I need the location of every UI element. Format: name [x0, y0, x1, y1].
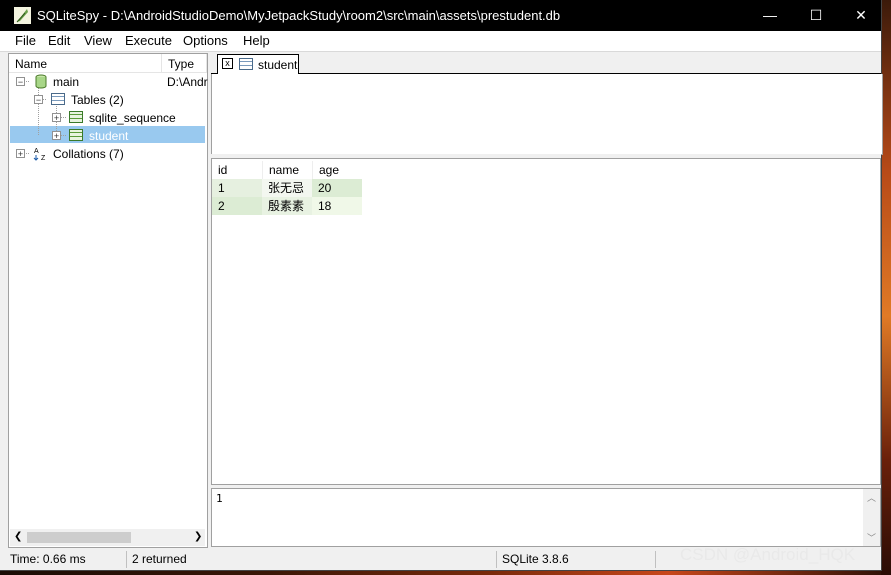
tree-item-sqlite-sequence[interactable]: + sqlite_sequence	[9, 109, 205, 126]
menu-execute[interactable]: Execute	[125, 33, 172, 48]
tree-item-label: main	[53, 75, 80, 89]
maximize-button[interactable]: ☐	[793, 0, 839, 31]
tree-item-tables[interactable]: − Tables (2)	[9, 91, 205, 108]
table-icon	[69, 111, 83, 123]
expand-toggle[interactable]: +	[16, 149, 25, 159]
tree-item-main[interactable]: − main D:\Andr	[9, 73, 208, 90]
scroll-up-arrow-icon[interactable]: ︿	[867, 491, 876, 504]
minimize-button[interactable]: —	[747, 0, 793, 31]
status-time: Time: 0.66 ms	[10, 552, 86, 566]
menu-edit[interactable]: Edit	[48, 33, 70, 48]
title-bar[interactable]: SQLiteSpy - D:\AndroidStudioDemo\MyJetpa…	[0, 0, 881, 31]
close-tab-icon[interactable]: x	[222, 58, 233, 69]
database-icon	[35, 74, 47, 89]
grid-cell[interactable]: 张无忌	[262, 179, 312, 197]
grid-cell[interactable]: 2	[212, 197, 262, 215]
svg-text:Z: Z	[41, 155, 46, 161]
expand-toggle[interactable]: +	[52, 131, 61, 141]
status-divider	[496, 551, 497, 568]
tree-item-label: student	[89, 129, 129, 143]
menu-view[interactable]: View	[84, 33, 112, 48]
menu-file[interactable]: File	[15, 33, 36, 48]
log-vertical-scrollbar[interactable]: ︿ ﹀	[863, 489, 880, 546]
sql-editor[interactable]	[211, 74, 883, 155]
tree-item-student[interactable]: + student	[9, 127, 205, 144]
window-title: SQLiteSpy - D:\AndroidStudioDemo\MyJetpa…	[37, 8, 561, 23]
scroll-left-arrow-icon[interactable]: ❮	[14, 531, 22, 542]
tree-horizontal-scrollbar[interactable]: ❮ ❯	[10, 529, 205, 546]
tree-item-label: Collations (7)	[53, 147, 124, 161]
close-button[interactable]: ✕	[838, 0, 884, 31]
status-divider	[655, 551, 656, 568]
collation-icon: A Z	[33, 148, 46, 161]
sqlitespy-feather-icon	[14, 7, 31, 24]
tab-student[interactable]: x student	[217, 54, 299, 74]
schema-tree[interactable]: Name Type − main D:\Andr − Tables (2) + …	[8, 53, 208, 548]
collapse-toggle[interactable]: −	[16, 77, 25, 87]
expand-toggle[interactable]: +	[52, 113, 61, 123]
grid-header-age[interactable]: age	[312, 161, 362, 179]
table-icon	[239, 58, 253, 70]
table-icon	[69, 129, 83, 141]
grid-header-name[interactable]: name	[262, 161, 312, 179]
status-sqlite-version: SQLite 3.8.6	[502, 552, 569, 566]
menu-bar: File Edit View Execute Options Help	[0, 31, 881, 51]
tab-label: student	[258, 58, 298, 72]
menu-options[interactable]: Options	[183, 33, 228, 48]
tree-item-label: sqlite_sequence	[89, 111, 176, 125]
tree-header-name[interactable]: Name	[9, 54, 162, 73]
scroll-right-arrow-icon[interactable]: ❯	[194, 531, 202, 542]
tree-item-type: D:\Andr	[167, 75, 208, 89]
menu-divider	[0, 51, 881, 52]
collapse-toggle[interactable]: −	[34, 95, 43, 105]
scroll-down-arrow-icon[interactable]: ﹀	[867, 531, 876, 544]
log-text: 1	[216, 492, 223, 505]
grid-cell[interactable]: 18	[312, 197, 362, 215]
grid-header-id[interactable]: id	[212, 161, 262, 179]
tree-item-label: Tables (2)	[71, 93, 124, 107]
message-log[interactable]: 1 ︿ ﹀	[211, 488, 881, 547]
grid-cell[interactable]: 20	[312, 179, 362, 197]
tables-icon	[51, 93, 65, 105]
app-window: SQLiteSpy - D:\AndroidStudioDemo\MyJetpa…	[0, 0, 883, 570]
menu-help[interactable]: Help	[243, 33, 270, 48]
tree-header-type[interactable]: Type	[162, 54, 207, 73]
grid-cell[interactable]: 1	[212, 179, 262, 197]
svg-text:A: A	[34, 148, 39, 155]
grid-cell[interactable]: 殷素素	[262, 197, 312, 215]
scrollbar-thumb[interactable]	[27, 532, 131, 543]
watermark-text: CSDN @Android_HQK	[680, 545, 856, 564]
status-returned: 2 returned	[132, 552, 187, 566]
tree-item-collations[interactable]: + A Z Collations (7)	[9, 145, 205, 162]
result-grid[interactable]: id name age 1 张无忌 20 2 殷素素 18	[211, 158, 881, 485]
editor-tab-strip: x student	[211, 53, 881, 74]
status-divider	[126, 551, 127, 568]
